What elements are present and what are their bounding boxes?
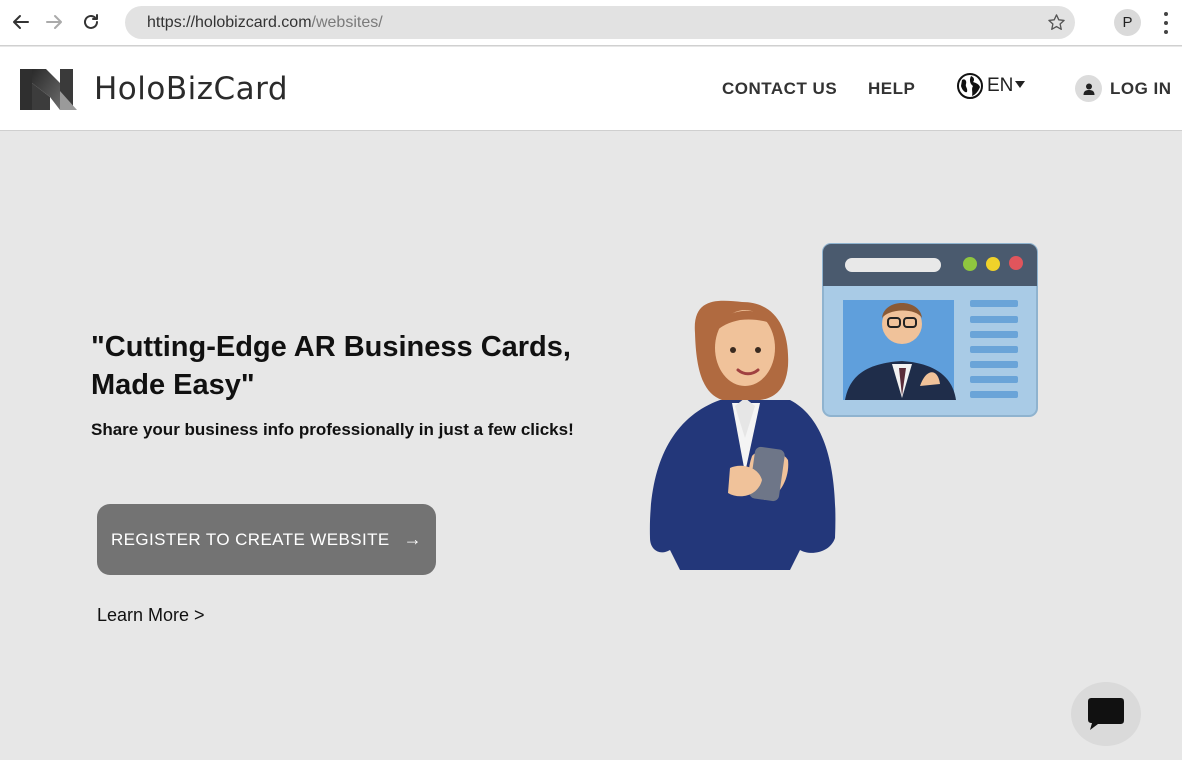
profile-avatar[interactable]: P [1114,9,1141,36]
back-arrow-icon[interactable] [8,9,34,35]
arrow-right-icon: → [403,529,423,549]
kebab-menu-icon[interactable] [1158,10,1174,36]
nav-contact-us[interactable]: CONTACT US [722,79,837,99]
chevron-down-icon [1015,80,1026,88]
cta-label: REGISTER TO CREATE WEBSITE [110,529,390,549]
hero-subheadline: Share your business info professionally … [91,420,574,439]
globe-icon [957,73,983,99]
login-button[interactable]: LOG IN [1075,75,1172,102]
website-window-illustration [822,243,1038,417]
hero-headline: "Cutting-Edge AR Business Cards, Made Ea… [91,331,571,401]
browser-toolbar: https://holobizcard.com/websites/ P [0,0,1182,46]
user-icon [1075,75,1102,102]
language-selector[interactable]: EN [956,72,1026,100]
reload-icon[interactable] [78,9,104,35]
logo-icon[interactable] [20,69,77,110]
learn-more-link[interactable]: Learn More > [97,605,205,626]
star-icon[interactable] [1047,13,1066,32]
nav-help[interactable]: HELP [868,79,915,99]
login-label: LOG IN [1110,78,1172,98]
hero-illustration [640,238,1050,578]
brand-name[interactable]: HoloBizCard [94,71,288,107]
chat-bubble-icon [1088,698,1124,730]
businesswoman-illustration [649,300,836,570]
forward-arrow-icon[interactable] [41,9,67,35]
url-text[interactable]: https://holobizcard.com/websites/ [147,14,383,32]
address-bar[interactable]: https://holobizcard.com/websites/ [125,6,1075,39]
url-host: https://holobizcard.com [147,14,312,31]
chat-widget-button[interactable] [1071,682,1141,746]
register-create-website-button[interactable]: REGISTER TO CREATE WEBSITE → [97,504,436,575]
language-code: EN [987,75,1014,96]
site-header: HoloBizCard CONTACT US HELP EN LOG IN [0,47,1182,131]
url-path: /websites/ [311,14,383,31]
